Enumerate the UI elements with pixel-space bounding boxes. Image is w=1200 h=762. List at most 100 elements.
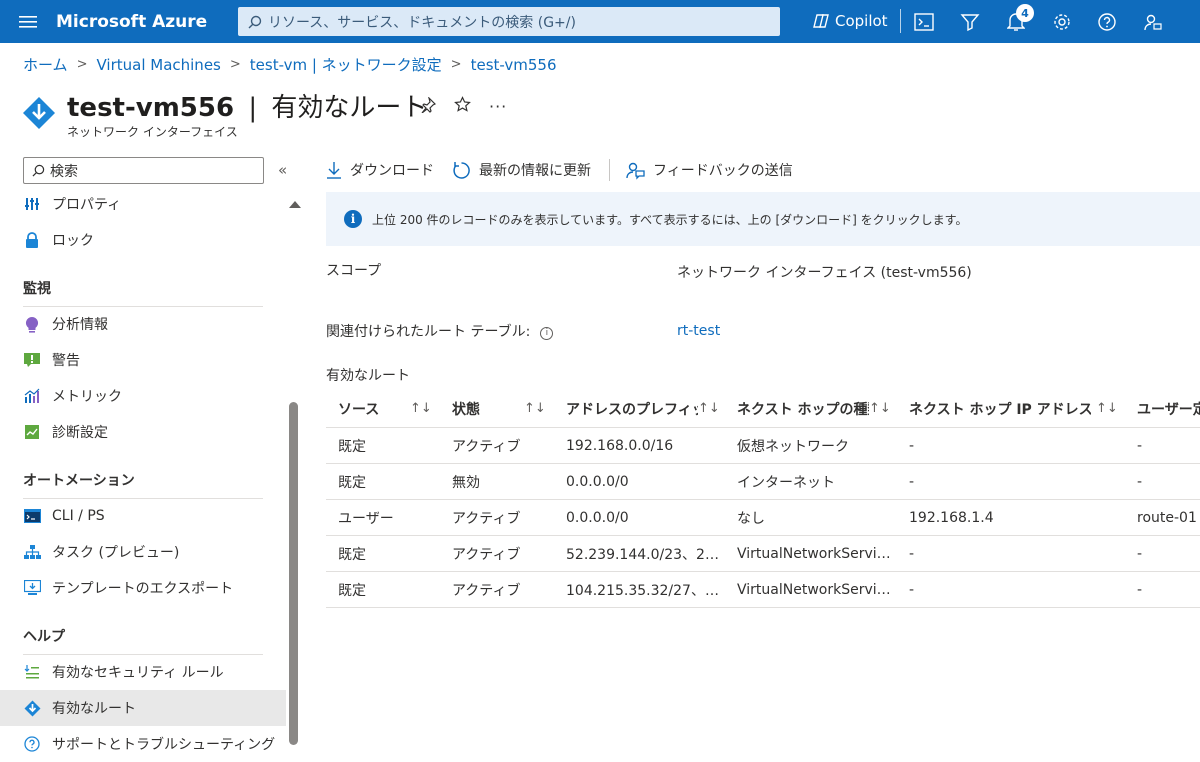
info-icon: i [344,210,362,228]
table-row[interactable]: 既定 アクティブ 104.215.35.32/27、… VirtualNetworkS… [326,572,1200,608]
command-divider [609,159,610,181]
favorite-star-icon[interactable] [454,96,471,117]
cell-user-defined: - [1137,545,1143,562]
sort-icon[interactable]: ↑↓ [869,390,891,427]
scroll-up-arrow[interactable] [289,201,301,208]
download-button[interactable]: ダウンロード [326,160,434,180]
sidebar-item-export-template[interactable]: テンプレートのエクスポート [0,570,286,606]
help-icon[interactable] [1095,10,1119,34]
brand-name[interactable]: Microsoft Azure [56,12,238,32]
security-rules-icon [23,663,41,681]
pin-icon[interactable] [420,95,437,117]
info-circle-icon[interactable]: i [540,326,554,340]
cell-address-prefix: 104.215.35.32/27、… [566,582,719,599]
feedback-user-icon[interactable] [1141,10,1165,34]
section-help: ヘルプ [23,626,263,655]
cell-next-hop-ip: - [909,437,915,454]
more-options-icon[interactable]: ··· [489,97,507,116]
cell-next-hop-ip: 192.168.1.4 [909,509,994,526]
sidebar-item-effective-routes[interactable]: 有効なルート [0,690,286,726]
cell-next-hop-type: インターネット [737,474,835,491]
copilot-label: Copilot [835,12,888,30]
cell-state: アクティブ [452,510,521,527]
global-search-input[interactable]: リソース、サービス、ドキュメントの検索 (G+/) [238,7,780,36]
menu-search-input[interactable]: 検索 [23,157,264,184]
sidebar-item-support[interactable]: サポートとトラブルシューティング [0,726,286,762]
cell-user-defined: - [1137,581,1143,598]
cell-user-defined: - [1137,473,1143,490]
info-message: 上位 200 件のレコードのみを表示しています。すべて表示するには、上の [ダウ… [372,212,968,227]
cell-source: 既定 [338,474,366,491]
cell-state: 無効 [452,474,480,491]
sort-icon[interactable]: ↑↓ [698,390,720,427]
page-title: test-vm556 | 有効なルート [67,93,428,123]
route-table-link[interactable]: rt-test [677,323,720,339]
breadcrumb: ホーム > Virtual Machines > test-vm | ネットワー… [23,54,557,75]
table-row[interactable]: ユーザー アクティブ 0.0.0.0/0 なし 192.168.1.4 route-01 [326,500,1200,536]
search-icon [248,15,262,28]
sidebar-item-metrics[interactable]: メトリック [0,378,286,414]
breadcrumb-home[interactable]: ホーム [23,54,68,75]
properties-icon [23,195,41,213]
download-icon [327,162,341,179]
sidebar-item-cli-ps[interactable]: CLI / PS [0,498,286,534]
scope-label: スコープ [326,263,382,279]
menu-search-placeholder: 検索 [50,163,78,180]
collapse-menu-icon[interactable]: « [278,161,287,179]
menu-icon[interactable] [0,0,56,43]
lock-icon [23,231,41,249]
breadcrumb-vm-network[interactable]: test-vm | ネットワーク設定 [250,54,442,75]
breadcrumb-virtual-machines[interactable]: Virtual Machines [96,56,220,74]
cell-next-hop-ip: - [909,545,915,562]
search-placeholder: リソース、サービス、ドキュメントの検索 (G+/) [268,14,576,31]
settings-gear-icon[interactable] [1050,10,1074,34]
breadcrumb-nic[interactable]: test-vm556 [471,56,557,74]
sort-icon[interactable]: ↑↓ [410,390,432,427]
resource-type-subtitle: ネットワーク インターフェイス [67,125,238,139]
route-table-label: 関連付けられたルート テーブル: i [326,321,554,341]
cell-address-prefix: 52.239.144.0/23、2… [566,546,719,563]
column-header-address-prefix[interactable]: アドレスのプレフィックス [566,390,698,427]
network-interface-icon [23,97,55,129]
cell-address-prefix: 192.168.0.0/16 [566,437,674,454]
column-header-user-defined[interactable]: ユーザー定 [1137,390,1200,427]
menu-scrollbar-thumb[interactable] [289,402,298,745]
sidebar-item-properties[interactable]: プロパティ [0,186,286,222]
column-header-state[interactable]: 状態 [452,390,522,427]
cell-next-hop-type: VirtualNetworkServi… [737,545,891,562]
sort-icon[interactable]: ↑↓ [524,390,546,427]
cell-state: アクティブ [452,438,521,455]
column-header-next-hop-type[interactable]: ネクスト ホップの種類 [737,390,869,427]
toolbar-divider [900,9,901,33]
column-header-next-hop-ip[interactable]: ネクスト ホップ IP アドレス [909,390,1091,427]
cell-user-defined: route-01 [1137,509,1197,526]
table-row[interactable]: 既定 アクティブ 52.239.144.0/23、2… VirtualNetworkS… [326,536,1200,572]
cloud-shell-icon[interactable] [912,10,936,34]
cell-next-hop-ip: - [909,581,915,598]
title-actions: ··· [420,95,507,117]
cli-icon [23,507,41,525]
diagnostic-settings-icon [23,423,41,441]
column-header-source[interactable]: ソース [338,390,408,427]
sidebar-item-effective-security-rules[interactable]: 有効なセキュリティ ルール [0,654,286,690]
sidebar-item-insights[interactable]: 分析情報 [0,306,286,342]
routes-heading: 有効なルート [326,368,410,384]
table-row[interactable]: 既定 アクティブ 192.168.0.0/16 仮想ネットワーク - - [326,428,1200,464]
copilot-button[interactable]: Copilot [812,10,888,32]
scope-value: ネットワーク インターフェイス (test-vm556) [677,265,972,281]
sidebar-item-diagnostic-settings[interactable]: 診断設定 [0,414,286,450]
notifications-icon[interactable]: 4 [1004,4,1034,34]
cell-state: アクティブ [452,546,521,563]
table-row[interactable]: 既定 無効 0.0.0.0/0 インターネット - - [326,464,1200,500]
info-banner: i 上位 200 件のレコードのみを表示しています。すべて表示するには、上の [… [326,192,1200,246]
sidebar-item-alerts[interactable]: 警告 [0,342,286,378]
send-feedback-button[interactable]: フィードバックの送信 [626,160,793,180]
sort-icon[interactable]: ↑↓ [1096,390,1118,427]
table-header: ソース ↑↓ 状態 ↑↓ アドレスのプレフィックス ↑↓ ネクスト ホップの種類… [326,390,1200,428]
sidebar-item-tasks[interactable]: タスク (プレビュー) [0,534,286,570]
directory-filter-icon[interactable] [958,10,982,34]
chevron-right-icon: > [229,57,241,72]
copilot-icon [813,14,829,28]
sidebar-item-lock[interactable]: ロック [0,222,286,258]
refresh-button[interactable]: 最新の情報に更新 [452,160,591,180]
